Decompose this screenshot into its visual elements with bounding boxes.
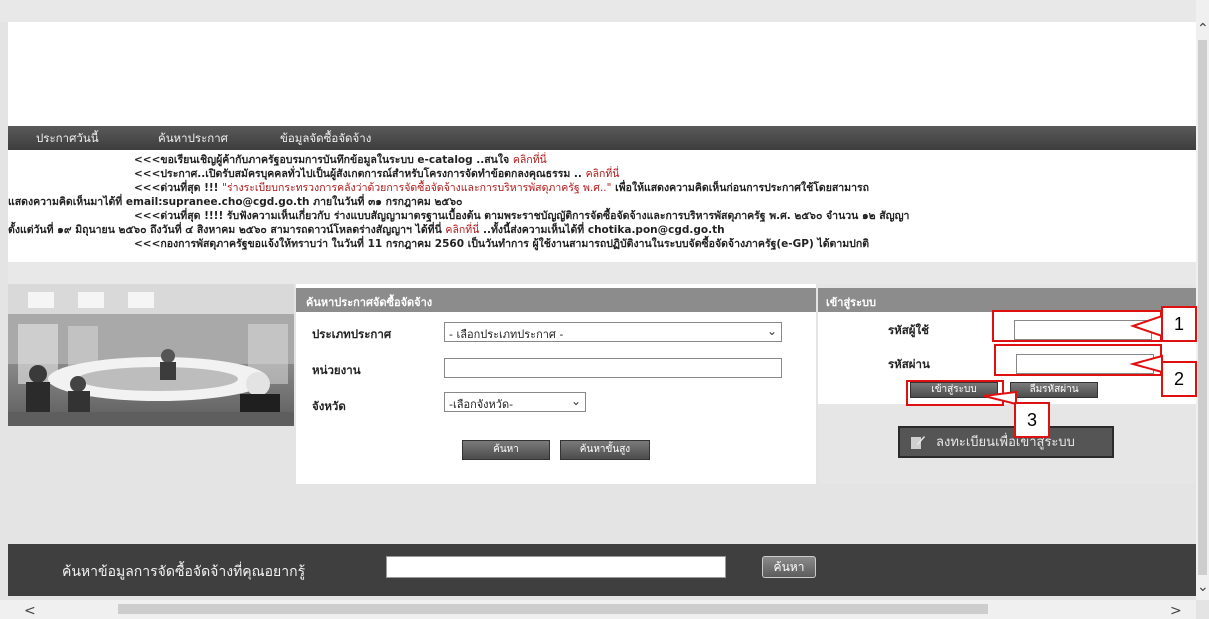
agency-input[interactable] [444,358,782,378]
news-item: <<<กองการพัสดุภาครัฐขอแจ้งให้ทราบว่า ในว… [134,238,870,250]
main-nav: ประกาศวันนี้ ค้นหาประกาศ ข้อมูลจัดซื้อจั… [8,126,1196,150]
callout-2: 2 [1161,361,1197,397]
footer-search-button[interactable]: ค้นหา [762,556,816,578]
scroll-up-icon[interactable]: ⌃ [1197,22,1209,36]
password-label: รหัสผ่าน [888,357,930,371]
advanced-search-button[interactable]: ค้นหาขั้นสูง [560,440,650,460]
meeting-photo [8,284,294,426]
news-link[interactable]: คลิกที่นี่ [586,168,620,180]
news-item: <<<ด่วนที่สุด !!!! รับฟังความเห็นเกี่ยวก… [134,210,910,222]
province-select[interactable]: -เลือกจังหวัด- ⌄ [444,392,586,412]
footer-search-input[interactable] [386,556,726,578]
nav-item-search[interactable]: ค้นหาประกาศ [158,130,228,148]
chevron-down-icon: ⌄ [766,324,777,338]
news-item: <<<ด่วนที่สุด !!! "ร่างระเบียบกระทรวงการ… [134,182,869,194]
vertical-scroll-thumb[interactable] [1198,40,1207,575]
nav-item-today[interactable]: ประกาศวันนี้ [36,130,99,148]
spacer [8,262,1196,284]
news-item: <<<ประกาศ..เปิดรับสมัครบุคคลทั่วไปเป็นผู… [134,168,620,180]
register-button[interactable]: ลงทะเบียนเพื่อเข้าสู่ระบบ [898,426,1114,458]
forgot-password-button[interactable]: ลืมรหัสผ่าน [1010,382,1098,398]
scroll-down-icon[interactable]: ⌄ [1197,580,1209,594]
spacer [8,484,1196,544]
search-button[interactable]: ค้นหา [462,440,550,460]
meeting-photo-graphic [8,284,294,426]
news-item: แสดงความคิดเห็นมาได้ที่ email:supranee.c… [8,196,463,208]
site-banner [8,22,1196,126]
scroll-left-icon[interactable]: < [24,604,36,618]
nav-item-procurement-data[interactable]: ข้อมูลจัดซื้อจัดจ้าง [280,130,371,148]
callout-1: 1 [1161,306,1197,342]
chevron-down-icon: ⌄ [570,394,581,408]
footer-search-bar: ค้นหาข้อมูลการจัดซื้อจัดจ้างที่คุณอยากรู… [8,544,1196,596]
news-item: <<<ขอเรียนเชิญผู้ค้ากับภาครัฐอบรมการบันท… [134,154,547,166]
scroll-right-icon[interactable]: > [1170,604,1182,618]
news-link[interactable]: "ร่างระเบียบกระทรวงการคลังว่าด้วยการจัดซ… [222,182,611,194]
username-highlight [992,310,1162,342]
password-highlight [994,344,1162,376]
login-button-highlight [906,380,1004,406]
horizontal-scroll-thumb[interactable] [118,604,988,614]
announcement-type-select[interactable]: - เลือกประเภทประกาศ - ⌄ [444,322,782,342]
announcement-type-label: ประเภทประกาศ [312,327,392,341]
pencil-icon [911,436,925,449]
agency-label: หน่วยงาน [312,363,361,377]
username-label: รหัสผู้ใช้ [888,323,929,337]
news-link[interactable]: คลิกที่นี่ [513,154,547,166]
footer-search-label: ค้นหาข้อมูลการจัดซื้อจัดจ้างที่คุณอยากรู… [62,563,306,579]
top-strip [0,0,1209,22]
login-panel-title: เข้าสู่ระบบ [818,288,1196,312]
news-ticker: <<<ขอเรียนเชิญผู้ค้ากับภาครัฐอบรมการบันท… [8,150,1196,262]
callout-3: 3 [1014,402,1050,438]
news-item: ตั้งแต่วันที่ ๑๙ มิถุนายน ๒๕๖๐ ถึงวันที่… [8,224,725,236]
news-link[interactable]: คลิกที่นี่ [445,224,479,236]
search-panel-title: ค้นหาประกาศจัดซื้อจัดจ้าง [296,288,816,312]
province-label: จังหวัด [312,399,346,413]
browser-viewport: ประกาศวันนี้ ค้นหาประกาศ ข้อมูลจัดซื้อจั… [0,0,1209,619]
announcement-search-panel: ค้นหาประกาศจัดซื้อจัดจ้าง ประเภทประกาศ -… [296,284,816,484]
